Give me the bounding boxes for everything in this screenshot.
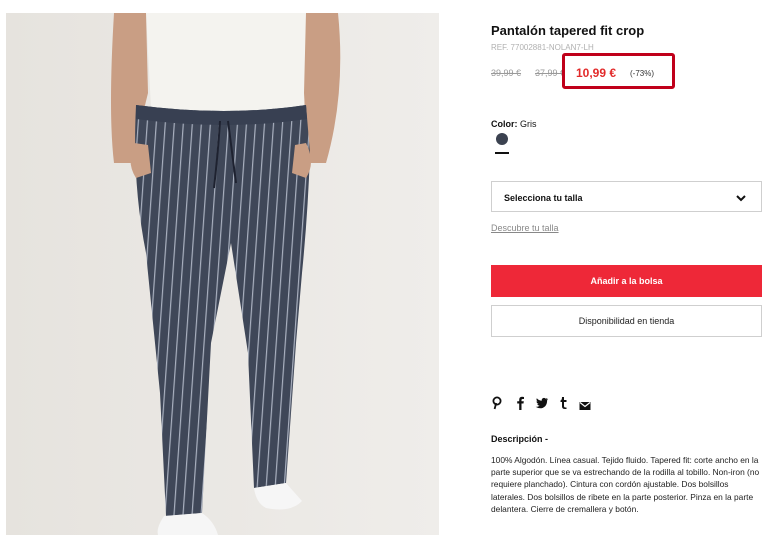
pinterest-icon[interactable] (491, 396, 503, 415)
product-photo-illustration (6, 13, 439, 535)
color-label: Color: (491, 119, 518, 129)
facebook-icon[interactable] (515, 396, 525, 415)
current-price-box: 10,99 € (-73%) (562, 53, 675, 89)
color-value: Gris (520, 119, 537, 129)
chevron-down-icon (735, 191, 747, 209)
product-reference: REF. 77002881-NOLAN7-LH (491, 43, 594, 52)
selected-swatch-indicator (495, 152, 509, 154)
twitter-icon[interactable] (535, 396, 549, 415)
product-title: Pantalón tapered fit crop (491, 23, 645, 38)
product-image[interactable] (6, 13, 439, 535)
size-select-label: Selecciona tu talla (504, 193, 583, 203)
add-to-bag-button[interactable]: Añadir a la bolsa (491, 265, 762, 297)
description-heading[interactable]: Descripción - (491, 434, 548, 444)
current-price: 10,99 € (576, 66, 617, 80)
tumblr-icon[interactable] (558, 396, 568, 415)
discount-badge: (-73%) (630, 69, 655, 78)
store-availability-button[interactable]: Disponibilidad en tienda (491, 305, 762, 337)
color-info: Color: Gris (491, 119, 537, 129)
original-price: 39,99 € (491, 68, 522, 78)
color-swatch-gris[interactable] (496, 133, 508, 145)
previous-price: 37,99 € (535, 68, 566, 78)
size-select[interactable]: Selecciona tu talla (491, 181, 762, 212)
size-guide-link[interactable]: Descubre tu talla (491, 223, 559, 233)
description-text: 100% Algodón. Línea casual. Tejido fluid… (491, 455, 760, 514)
email-icon[interactable] (579, 398, 591, 416)
